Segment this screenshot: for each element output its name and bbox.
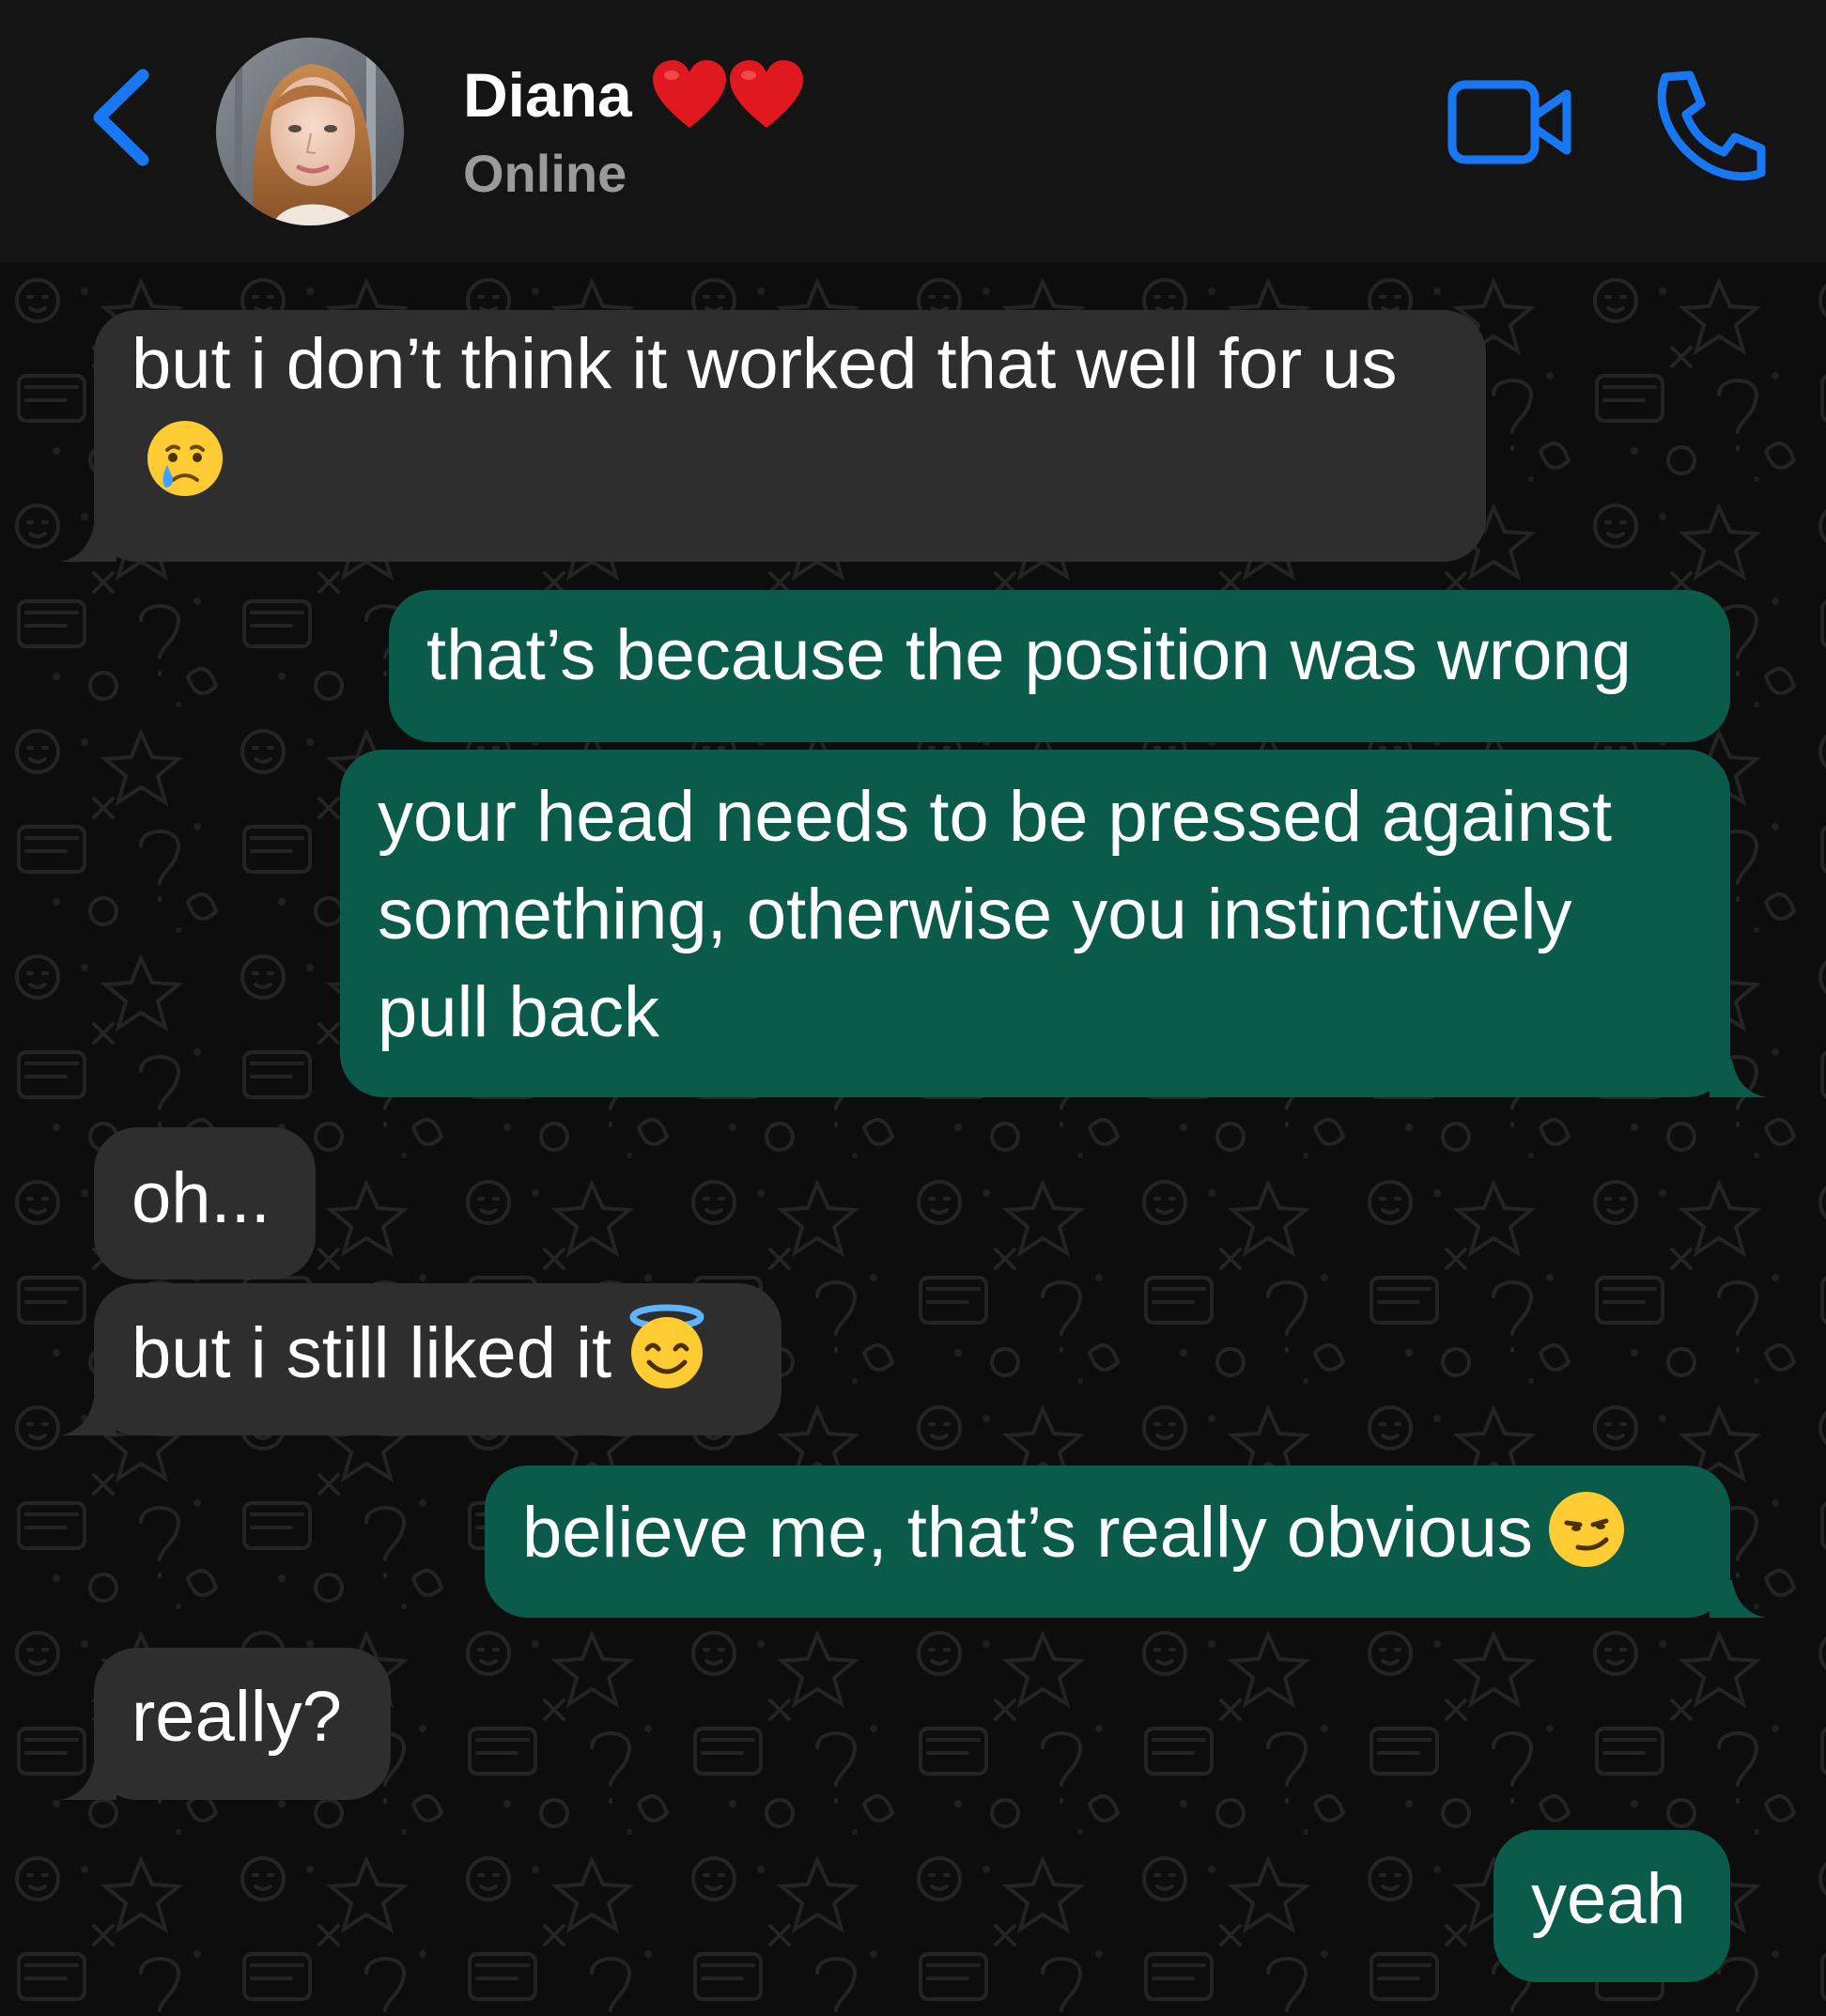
contact-info[interactable]: Diana Online	[463, 54, 805, 207]
bubble-tail	[60, 524, 116, 562]
video-camera-icon	[1447, 80, 1571, 164]
contact-name: Diana	[463, 60, 632, 130]
bubble-tail	[1710, 1060, 1766, 1097]
bubble-tail	[60, 1762, 116, 1800]
red-heart-icon	[652, 60, 726, 128]
message-bubble-incoming[interactable]: but i still liked it	[60, 1283, 781, 1435]
message-text: your head needs to be pressed against so…	[378, 777, 1613, 1052]
message-bubble-outgoing[interactable]: yeah	[1493, 1830, 1730, 1982]
smiling-face-with-halo-icon	[625, 1304, 709, 1416]
back-button[interactable]	[85, 66, 160, 169]
chat-screen: Diana Online but i don’t think it worked…	[0, 0, 1826, 2016]
name-emoji	[651, 58, 805, 132]
message-bubble-incoming[interactable]: really?	[60, 1648, 391, 1800]
message-text: oh...	[132, 1158, 271, 1238]
contact-status: Online	[463, 144, 627, 203]
contact-name-row: Diana	[463, 54, 805, 135]
message-bubble-outgoing[interactable]: your head needs to be pressed against so…	[340, 750, 1766, 1097]
avatar[interactable]	[216, 38, 404, 225]
video-call-button[interactable]	[1447, 75, 1578, 169]
avatar-photo	[216, 38, 404, 225]
chat-header: Diana Online	[0, 0, 1826, 263]
chevron-left-icon	[93, 69, 149, 166]
smirking-face-icon	[1546, 1489, 1627, 1595]
bubble-tail	[60, 1398, 116, 1435]
message-text: but i don’t think it worked that well fo…	[132, 324, 1398, 404]
crying-face-icon	[145, 418, 225, 524]
message-bubble-incoming[interactable]: but i don’t think it worked that well fo…	[60, 310, 1486, 562]
bubble-tail	[1710, 1580, 1766, 1618]
message-text: believe me, that’s really obvious	[522, 1493, 1533, 1573]
message-text: that’s because the position was wrong	[426, 615, 1632, 695]
chat-area[interactable]: but i don’t think it worked that well fo…	[0, 263, 1826, 2016]
phone-icon	[1657, 70, 1766, 181]
red-heart-icon	[729, 60, 803, 128]
message-bubble-incoming[interactable]: oh...	[94, 1127, 316, 1279]
message-bubble-outgoing[interactable]: that’s because the position was wrong	[389, 590, 1730, 742]
message-text: really?	[132, 1677, 342, 1757]
message-bubble-outgoing[interactable]: believe me, that’s really obvious	[485, 1465, 1766, 1618]
message-text: but i still liked it	[132, 1313, 612, 1393]
voice-call-button[interactable]	[1648, 66, 1771, 188]
message-text: yeah	[1531, 1859, 1686, 1939]
